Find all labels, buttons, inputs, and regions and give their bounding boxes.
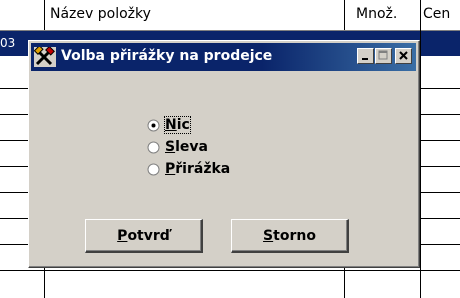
dialog-titlebar[interactable]: Volba přirážky na prodejce [31, 43, 416, 71]
radio-unselected-icon[interactable] [147, 163, 160, 176]
row-line [0, 218, 28, 219]
markup-dialog: Volba přirážky na prodejce Nic Sleva Při… [28, 40, 420, 268]
column-header-name[interactable]: Název položky [50, 6, 151, 22]
row-line [0, 192, 28, 193]
confirm-button[interactable]: Potvrď [85, 219, 203, 253]
radio-unselected-icon[interactable] [147, 141, 160, 154]
cancel-button[interactable]: Storno [231, 219, 349, 253]
column-divider [44, 0, 45, 30]
row-line [420, 244, 460, 245]
row-line [420, 218, 460, 219]
row-line [420, 140, 460, 141]
radio-label-prirazka: Přirážka [165, 161, 231, 177]
row-line [0, 114, 28, 115]
row-code-fragment: 03 [0, 36, 16, 50]
column-header-price[interactable]: Cen [423, 6, 450, 22]
minimize-icon [362, 58, 368, 60]
row-line [420, 166, 460, 167]
row-line [0, 88, 28, 89]
table-header: Název položky Množ. Cen [0, 0, 460, 31]
column-header-qty[interactable]: Množ. [356, 6, 397, 22]
tools-icon [34, 47, 56, 67]
close-button[interactable] [395, 48, 412, 64]
column-divider [420, 0, 421, 298]
radio-label-nic: Nic [164, 116, 191, 134]
row-line [0, 166, 28, 167]
close-icon [399, 51, 408, 60]
minimize-button[interactable] [357, 48, 374, 64]
row-line [0, 140, 28, 141]
row-line [420, 114, 460, 115]
radio-label-sleva: Sleva [165, 139, 208, 155]
column-divider [344, 0, 345, 30]
row-line [420, 192, 460, 193]
radio-selected-icon[interactable] [147, 119, 160, 132]
row-line [0, 244, 28, 245]
row-line [0, 270, 460, 271]
row-line [420, 88, 460, 89]
maximize-button[interactable] [375, 48, 392, 64]
dialog-title: Volba přirážky na prodejce [61, 48, 273, 64]
maximize-icon [378, 50, 388, 60]
